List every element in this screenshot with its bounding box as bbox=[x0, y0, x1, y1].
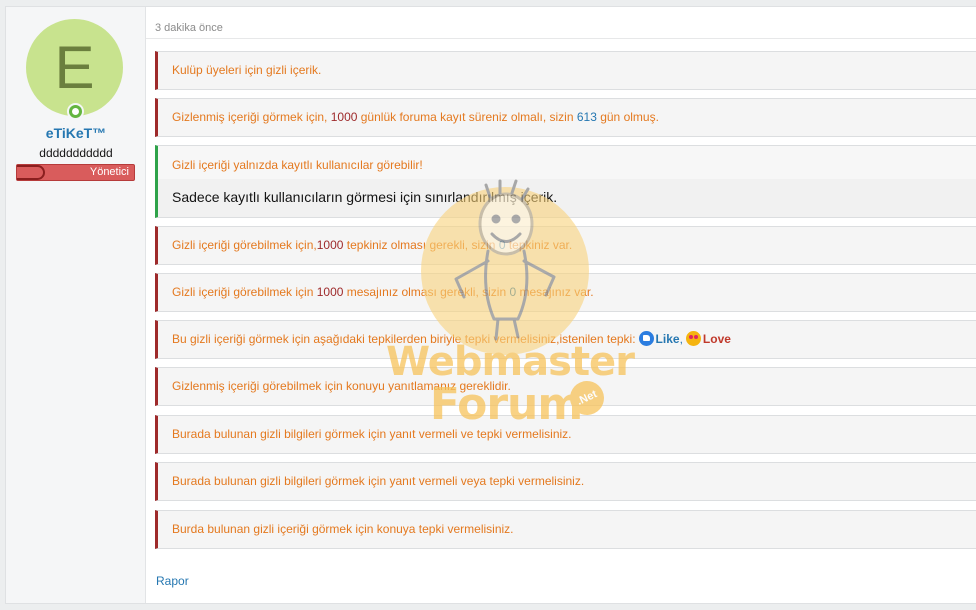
user-banner: Yönetici bbox=[16, 164, 135, 181]
registered-content-body: Sadece kayıtlı kullanıcıların görmesi iç… bbox=[158, 179, 976, 217]
react-love-label: Love bbox=[702, 332, 731, 346]
hidden-content-react-type: Bu gizli içeriği görmek için aşağıdaki t… bbox=[155, 320, 976, 359]
react-separator: , bbox=[679, 332, 683, 346]
messages-text-pre: Gizli içeriği görebilmek için bbox=[172, 285, 317, 299]
days-current: 613 bbox=[576, 110, 597, 124]
hidden-content-days: Gizlenmiş içeriği görmek için, 1000 günl… bbox=[155, 98, 976, 137]
avatar[interactable]: E bbox=[26, 19, 123, 116]
registered-content-box: Gizli içeriği yalnızda kayıtlı kullanıcı… bbox=[155, 145, 976, 218]
post-timestamp[interactable]: 3 dakika önce bbox=[155, 22, 223, 34]
reactions-required: 1000 bbox=[316, 238, 344, 252]
hidden-content-reply-and-react: Burada bulunan gizli bilgileri görmek iç… bbox=[155, 415, 976, 454]
hidden-content-react-only-text: Burda bulunan gizli içeriği görmek için … bbox=[172, 522, 514, 536]
messages-required: 1000 bbox=[316, 285, 344, 299]
like-emoji-icon bbox=[638, 331, 654, 346]
hidden-content-react-only: Burda bulunan gizli içeriği görmek için … bbox=[155, 510, 976, 549]
user-cell: E eTiKeT™ ddddddddddd Yönetici bbox=[6, 7, 146, 603]
reactions-text-mid: tepkiniz olması gerekli, sizin bbox=[343, 238, 499, 252]
online-status-icon bbox=[67, 103, 84, 120]
hidden-content-messages: Gizli içeriği görebilmek için 1000 mesaj… bbox=[155, 273, 976, 312]
reactions-current: 0 bbox=[498, 238, 506, 252]
banner-ring-icon bbox=[17, 165, 45, 180]
report-link[interactable]: Rapor bbox=[156, 574, 189, 588]
messages-text-post: mesajınız var. bbox=[516, 285, 594, 299]
username-link[interactable]: eTiKeT™ bbox=[6, 125, 146, 141]
hidden-content-club: Kulüp üyeleri için gizli içerik. bbox=[155, 51, 976, 90]
user-banner-label: Yönetici bbox=[89, 166, 129, 178]
days-text-mid: günlük foruma kayıt süreniz olmalı, sizi… bbox=[357, 110, 577, 124]
days-text-post: gün olmuş. bbox=[596, 110, 659, 124]
header-divider bbox=[146, 38, 976, 39]
hidden-content-reply-or-react: Burada bulunan gizli bilgileri görmek iç… bbox=[155, 462, 976, 501]
love-emoji-icon bbox=[685, 331, 701, 346]
reactions-text-post: tepkiniz var. bbox=[505, 238, 573, 252]
user-title: ddddddddddd bbox=[39, 146, 113, 160]
hidden-content-club-text: Kulüp üyeleri için gizli içerik. bbox=[172, 63, 322, 77]
days-required: 1000 bbox=[330, 110, 358, 124]
days-text-pre: Gizlenmiş içeriği görmek için, bbox=[172, 110, 331, 124]
registered-content-head: Gizli içeriği yalnızda kayıtlı kullanıcı… bbox=[172, 158, 423, 172]
react-type-text: Bu gizli içeriği görmek için aşağıdaki t… bbox=[172, 332, 636, 346]
messages-text-mid: mesajınız olması gerekli, sizin bbox=[343, 285, 510, 299]
hidden-content-reply-and-react-text: Burada bulunan gizli bilgileri görmek iç… bbox=[172, 427, 572, 441]
hidden-content-reply-text: Gizlenmiş içeriği görebilmek için konuyu… bbox=[172, 379, 511, 393]
hidden-content-reactions: Gizli içeriği görebilmek için,1000 tepki… bbox=[155, 226, 976, 265]
react-like-label: Like bbox=[655, 332, 680, 346]
hidden-content-reply-or-react-text: Burada bulunan gizli bilgileri görmek iç… bbox=[172, 474, 585, 488]
post: E eTiKeT™ ddddddddddd Yönetici 3 dakika … bbox=[5, 6, 976, 604]
post-main: 3 dakika önce Kulüp üyeleri için gizli i… bbox=[146, 7, 976, 603]
reactions-text-pre: Gizli içeriği görebilmek için, bbox=[172, 238, 317, 252]
hidden-content-reply: Gizlenmiş içeriği görebilmek için konuyu… bbox=[155, 367, 976, 406]
